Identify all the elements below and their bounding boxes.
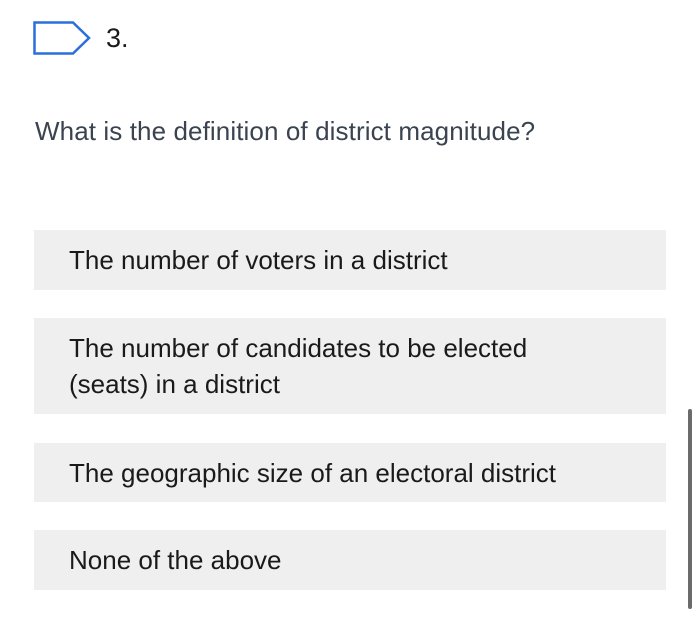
answer-option-label: The geographic size of an electoral dist…	[69, 457, 557, 488]
answer-option-4[interactable]: None of the above	[34, 530, 666, 590]
question-header: 3.	[33, 20, 129, 56]
answer-option-2[interactable]: The number of candidates to be elected (…	[34, 318, 666, 414]
scrollbar[interactable]	[688, 409, 692, 609]
answer-option-label: The number of candidates to be elected (…	[69, 333, 528, 399]
answer-option-label: The number of voters in a district	[69, 245, 448, 275]
flag-icon[interactable]	[33, 21, 91, 55]
answer-option-1[interactable]: The number of voters in a district	[34, 230, 666, 290]
question-number: 3.	[106, 23, 129, 53]
question-text: What is the definition of district magni…	[35, 116, 536, 146]
answer-option-label: None of the above	[69, 545, 282, 575]
answer-option-3[interactable]: The geographic size of an electoral dist…	[34, 443, 666, 502]
